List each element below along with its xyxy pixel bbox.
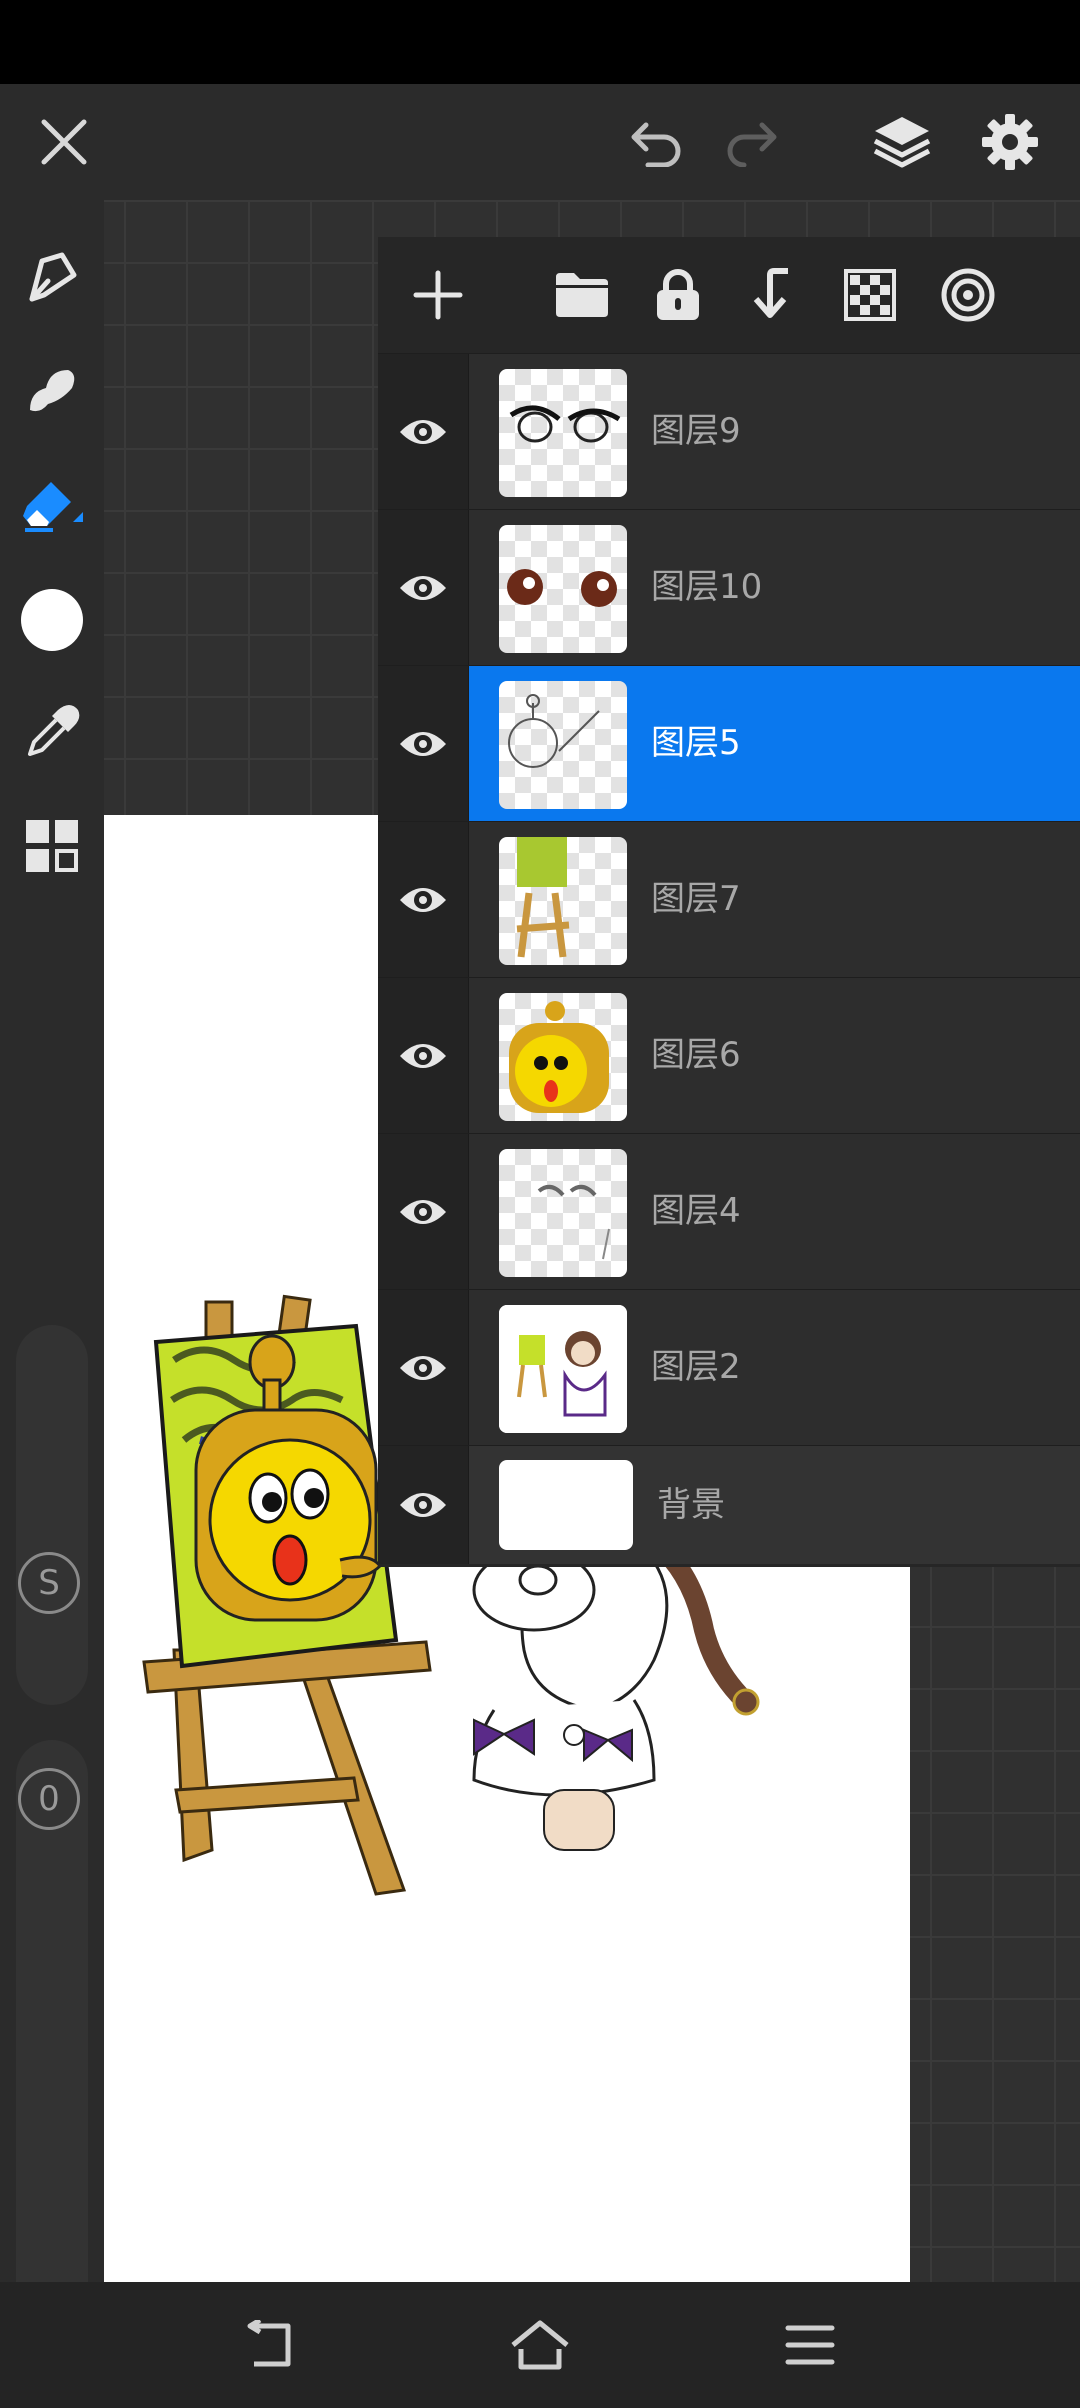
layer-row-body[interactable]: 图层9 — [469, 354, 1080, 509]
layer-thumbnail — [499, 369, 627, 497]
visibility-eye-icon[interactable] — [378, 978, 469, 1133]
layer-name: 图层7 — [651, 879, 741, 919]
layer-row[interactable]: 图层4 — [378, 1133, 1080, 1289]
layer-name: 图层2 — [651, 1347, 741, 1387]
layer-row-body[interactable]: 图层4 — [469, 1134, 1080, 1289]
add-layer-icon[interactable] — [398, 255, 478, 335]
back-icon[interactable] — [230, 2305, 310, 2385]
eraser-icon[interactable] — [12, 463, 92, 543]
layer-row-body[interactable]: 图层10 — [469, 510, 1080, 665]
visibility-eye-icon[interactable] — [378, 510, 469, 665]
layer-name: 图层4 — [651, 1191, 741, 1231]
layer-row-body[interactable]: 图层2 — [469, 1290, 1080, 1445]
settings-icon[interactable] — [960, 84, 1060, 200]
merge-down-icon[interactable] — [734, 255, 814, 335]
transparency-icon[interactable] — [830, 255, 910, 335]
brush-size-label: S — [18, 1552, 80, 1614]
layer-name: 图层9 — [651, 411, 741, 451]
layer-row-body[interactable]: 图层5 — [469, 666, 1080, 821]
layer-row-body[interactable]: 背景 — [469, 1446, 1080, 1564]
undo-icon[interactable] — [606, 84, 706, 200]
system-navigation-bar — [0, 2282, 1080, 2408]
layer-panel: 图层9 图层10 图层5 图层7 图层6 图层4 图层2 背景 — [378, 237, 1080, 1567]
layer-name: 图层6 — [651, 1035, 741, 1075]
lock-icon[interactable] — [638, 255, 718, 335]
layer-row[interactable]: 图层2 — [378, 1289, 1080, 1445]
layer-thumbnail — [499, 993, 627, 1121]
status-bar — [0, 0, 1080, 84]
layer-thumbnail — [499, 681, 627, 809]
brush-size-slider[interactable] — [16, 1325, 88, 1705]
layer-row[interactable]: 图层10 — [378, 509, 1080, 665]
visibility-eye-icon[interactable] — [378, 822, 469, 977]
layer-row-body[interactable]: 图层6 — [469, 978, 1080, 1133]
layer-row[interactable]: 图层6 — [378, 977, 1080, 1133]
layer-thumbnail — [499, 1460, 633, 1550]
visibility-eye-icon[interactable] — [378, 666, 469, 821]
smudge-icon[interactable] — [12, 350, 92, 430]
opacity-slider[interactable] — [16, 1740, 88, 2340]
layer-thumbnail — [499, 1305, 627, 1433]
color-swatch[interactable] — [12, 580, 92, 660]
layer-thumbnail — [499, 525, 627, 653]
opacity-label: 0 — [18, 1768, 80, 1830]
layer-panel-toolbar — [378, 237, 1080, 353]
layer-row[interactable]: 图层7 — [378, 821, 1080, 977]
layer-row[interactable]: 背景 — [378, 1445, 1080, 1564]
blend-icon[interactable] — [928, 255, 1008, 335]
left-toolbar: S 0 — [0, 200, 104, 2340]
layer-name: 图层10 — [651, 567, 763, 607]
visibility-eye-icon[interactable] — [378, 354, 469, 509]
visibility-eye-icon[interactable] — [378, 1290, 469, 1445]
layer-row[interactable]: 图层9 — [378, 353, 1080, 509]
pen-icon[interactable] — [12, 237, 92, 317]
folder-icon[interactable] — [542, 255, 622, 335]
menu-icon[interactable] — [770, 2305, 850, 2385]
layer-row[interactable]: 图层5 — [378, 665, 1080, 821]
gallery-icon[interactable] — [12, 806, 92, 886]
top-toolbar — [0, 84, 1080, 200]
layer-thumbnail — [499, 837, 627, 965]
layer-row-body[interactable]: 图层7 — [469, 822, 1080, 977]
layer-name: 背景 — [657, 1485, 725, 1525]
close-icon[interactable] — [14, 84, 114, 200]
visibility-eye-icon[interactable] — [378, 1134, 469, 1289]
eyedropper-icon[interactable] — [12, 692, 92, 772]
visibility-eye-icon[interactable] — [378, 1446, 469, 1564]
layers-icon[interactable] — [852, 84, 952, 200]
layer-name: 图层5 — [651, 723, 741, 763]
layer-thumbnail — [499, 1149, 627, 1277]
redo-icon[interactable] — [702, 84, 802, 200]
home-icon[interactable] — [500, 2305, 580, 2385]
